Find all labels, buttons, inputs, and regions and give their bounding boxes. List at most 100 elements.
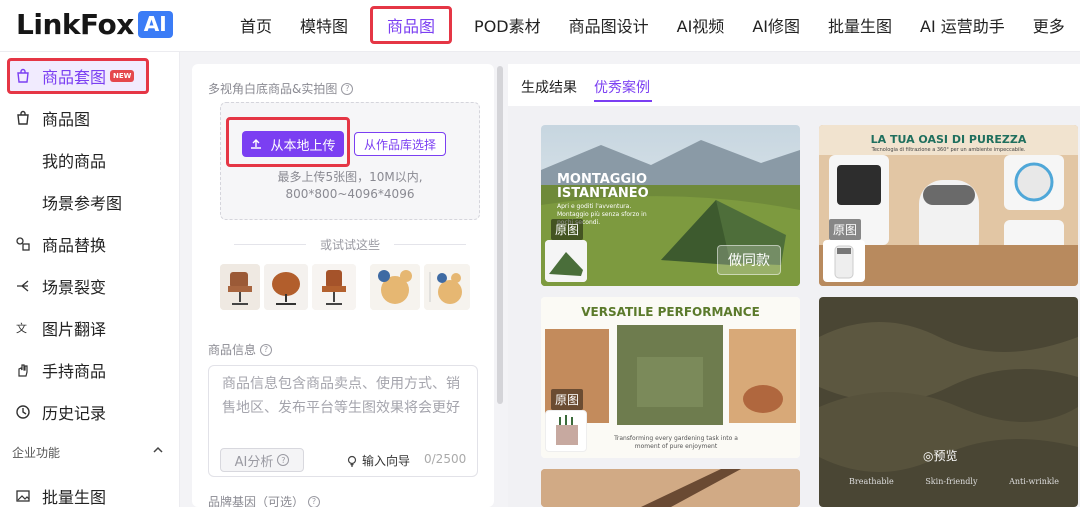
- tent-original-thumbnail: [545, 240, 587, 282]
- partial-card-image: [541, 469, 800, 507]
- sidebar-item-label: 历史记录: [42, 404, 107, 423]
- sidebar-item-history[interactable]: 历史记录: [0, 394, 180, 430]
- nav-product-image[interactable]: 商品图: [370, 6, 453, 44]
- nav-ai-video[interactable]: AI视频: [663, 13, 739, 37]
- gardening-headline: VERSATILE PERFORMANCE: [581, 305, 760, 319]
- preview-label[interactable]: ◎预览: [923, 447, 958, 464]
- tab-active-indicator: [594, 100, 652, 102]
- svg-text:文: 文: [16, 321, 27, 335]
- sidebar-item-label: 场景参考图: [42, 194, 123, 213]
- logo-text: LinkFox: [16, 8, 134, 41]
- case-card-purifier[interactable]: LA TUA OASI DI PUREZZA Tecnologia di fil…: [819, 125, 1078, 286]
- sample-thumbnail-chair-1[interactable]: [220, 264, 260, 310]
- brand-gene-label: 品牌基因（可选） ?: [208, 493, 321, 507]
- tab-excellent-cases[interactable]: 优秀案例: [594, 77, 650, 97]
- split-icon: [14, 277, 32, 295]
- bag-icon: [14, 67, 32, 85]
- sample-thumbnail-chair-3[interactable]: [312, 264, 356, 310]
- upload-icon: [250, 138, 262, 150]
- upload-hint-line2: 800*800~4096*4096: [285, 187, 415, 201]
- sidebar-item-product-set[interactable]: 商品套图 NEW: [0, 58, 180, 94]
- original-tag: 原图: [829, 219, 862, 240]
- nav-more[interactable]: 更多: [1019, 13, 1079, 37]
- upload-local-button[interactable]: 从本地上传: [242, 131, 344, 157]
- case-card-fabric[interactable]: ◎预览 Breathable Skin-friendly Anti-wrinkl…: [819, 297, 1078, 507]
- nav-pod[interactable]: POD素材: [460, 13, 555, 37]
- sidebar-item-handheld[interactable]: 手持商品: [0, 352, 180, 388]
- input-guide-label: 输入向导: [362, 454, 411, 468]
- enterprise-group-header[interactable]: 企业功能: [12, 444, 164, 461]
- lightbulb-icon: [346, 455, 358, 467]
- purifier-original-thumbnail: [823, 240, 865, 282]
- ai-analyze-button[interactable]: AI分析 ?: [220, 448, 304, 472]
- upload-section-label-text: 多视角白底商品&实拍图: [208, 82, 338, 96]
- make-same-button[interactable]: 做同款: [717, 245, 781, 275]
- help-icon[interactable]: ?: [341, 82, 354, 95]
- history-icon: [14, 403, 32, 421]
- upload-section-label: 多视角白底商品&实拍图 ?: [208, 80, 354, 97]
- upload-local-label: 从本地上传: [270, 138, 336, 154]
- swap-icon: [14, 235, 32, 253]
- sidebar-item-scene-split[interactable]: 场景裂变: [0, 268, 180, 304]
- hand-icon: [14, 361, 32, 379]
- sidebar-item-batch-generate[interactable]: 批量生图: [0, 478, 180, 507]
- sidebar-item-label: 手持商品: [42, 362, 107, 381]
- sidebar-item-label: 商品图: [42, 110, 91, 129]
- try-these-label: 或试试这些: [320, 238, 381, 252]
- sidebar-item-scene-reference[interactable]: 场景参考图: [0, 184, 180, 220]
- select-from-library-button[interactable]: 从作品库选择: [354, 132, 446, 156]
- purifier-subtext: Tecnologia di filtrazione a 360° per un …: [871, 147, 1026, 153]
- image-icon: [14, 487, 32, 505]
- nav-ai-retouch[interactable]: AI修图: [738, 13, 814, 37]
- feature-anti-wrinkle: Anti-wrinkle: [1009, 477, 1059, 486]
- divider-line: [234, 244, 306, 245]
- upload-hint-line1: 最多上传5张图，10M以内,: [277, 170, 423, 184]
- ai-analyze-label: AI分析: [234, 454, 274, 470]
- nav-model[interactable]: 模特图: [286, 13, 362, 37]
- sidebar-item-label: 我的商品: [42, 152, 107, 171]
- sidebar-item-label: 商品套图: [42, 68, 107, 87]
- tab-generated-results[interactable]: 生成结果: [521, 77, 577, 97]
- help-icon: ?: [277, 454, 290, 466]
- help-icon[interactable]: ?: [308, 495, 321, 507]
- product-info-placeholder: 商品信息包含商品卖点、使用方式、销售地区、发布平台等生图效果将会更好: [222, 376, 460, 416]
- sidebar-item-product-image[interactable]: 商品图: [0, 100, 180, 136]
- sidebar-item-my-products[interactable]: 我的商品: [0, 142, 180, 178]
- sidebar-item-label: 商品替换: [42, 236, 107, 255]
- original-tag: 原图: [551, 389, 584, 410]
- case-card-gardening[interactable]: VERSATILE PERFORMANCE 原图 Transforming ev…: [541, 297, 800, 458]
- case-card-partial[interactable]: [541, 469, 800, 507]
- nav-batch[interactable]: 批量生图: [814, 13, 906, 37]
- sample-thumbnail-chair-2[interactable]: [264, 264, 308, 310]
- eye-icon: ◎: [923, 449, 934, 463]
- bag-icon: [14, 109, 32, 127]
- fabric-features: Breathable Skin-friendly Anti-wrinkle: [849, 477, 1059, 486]
- main-nav: 首页 模特图 商品图 POD素材 商品图设计 AI视频 AI修图 批量生图 AI…: [226, 0, 1079, 50]
- sidebar-item-product-replace[interactable]: 商品替换: [0, 226, 180, 262]
- sample-thumbnail-toy-1[interactable]: [370, 264, 420, 310]
- nav-design[interactable]: 商品图设计: [555, 13, 663, 37]
- gardening-original-thumbnail: [545, 410, 587, 452]
- input-guide-button[interactable]: 输入向导: [346, 452, 410, 469]
- case-card-tent[interactable]: MONTAGGIO ISTANTANEO Apri e goditi l'avv…: [541, 125, 800, 286]
- char-count: 0/2500: [424, 452, 467, 466]
- sidebar-item-label: 图片翻译: [42, 320, 107, 339]
- logo[interactable]: LinkFox AI: [16, 8, 173, 41]
- sample-thumbnail-toy-2[interactable]: [424, 264, 470, 310]
- feature-skin-friendly: Skin-friendly: [925, 477, 978, 486]
- help-icon[interactable]: ?: [260, 343, 273, 356]
- sidebar: 商品套图 NEW 商品图 我的商品 场景参考图 商品替换 场景裂变 文 图片翻译…: [0, 52, 180, 507]
- nav-assistant[interactable]: AI 运营助手: [906, 13, 1019, 37]
- upload-hint: 最多上传5张图，10M以内, 800*800~4096*4096: [220, 169, 480, 203]
- preview-text: 预览: [933, 449, 958, 463]
- nav-home[interactable]: 首页: [226, 13, 286, 37]
- sidebar-item-image-translate[interactable]: 文 图片翻译: [0, 310, 180, 346]
- try-these-divider: 或试试这些: [220, 236, 480, 253]
- purifier-headline: LA TUA OASI DI PUREZZA: [870, 133, 1027, 146]
- product-info-label-text: 商品信息: [208, 343, 257, 357]
- form-scrollbar[interactable]: [497, 66, 503, 404]
- logo-ai-badge: AI: [137, 11, 173, 38]
- top-bar: LinkFox AI 首页 模特图 商品图 POD素材 商品图设计 AI视频 A…: [0, 0, 1080, 52]
- sidebar-item-label: 场景裂变: [42, 278, 107, 297]
- product-info-label: 商品信息 ?: [208, 341, 273, 358]
